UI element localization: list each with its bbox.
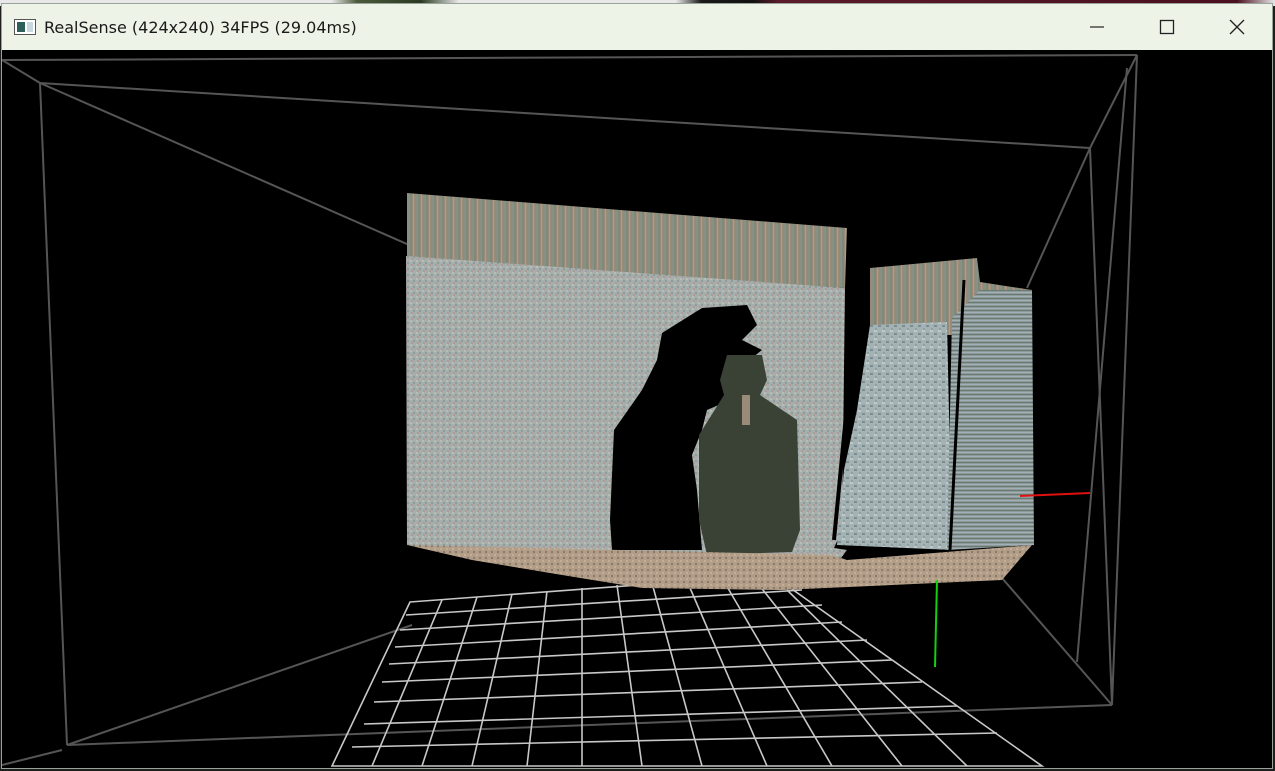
- maximize-icon: [1159, 19, 1175, 35]
- pointcloud-cushion: [837, 322, 952, 550]
- pointcloud-canvas[interactable]: [2, 50, 1272, 768]
- realsense-window: RealSense (424x240) 34FPS (29.04ms): [1, 3, 1273, 769]
- caption-buttons: [1062, 4, 1272, 50]
- pointcloud-viewport[interactable]: [2, 50, 1272, 768]
- minimize-icon: [1090, 26, 1104, 28]
- minimize-button[interactable]: [1062, 4, 1132, 50]
- app-window-icon: [14, 19, 36, 35]
- close-button[interactable]: [1202, 4, 1272, 50]
- close-icon: [1229, 19, 1245, 35]
- window-title: RealSense (424x240) 34FPS (29.04ms): [44, 17, 357, 37]
- title-bar[interactable]: RealSense (424x240) 34FPS (29.04ms): [2, 4, 1272, 50]
- maximize-button[interactable]: [1132, 4, 1202, 50]
- y-axis-indicator: [934, 579, 938, 668]
- bottle-cap: [742, 395, 750, 425]
